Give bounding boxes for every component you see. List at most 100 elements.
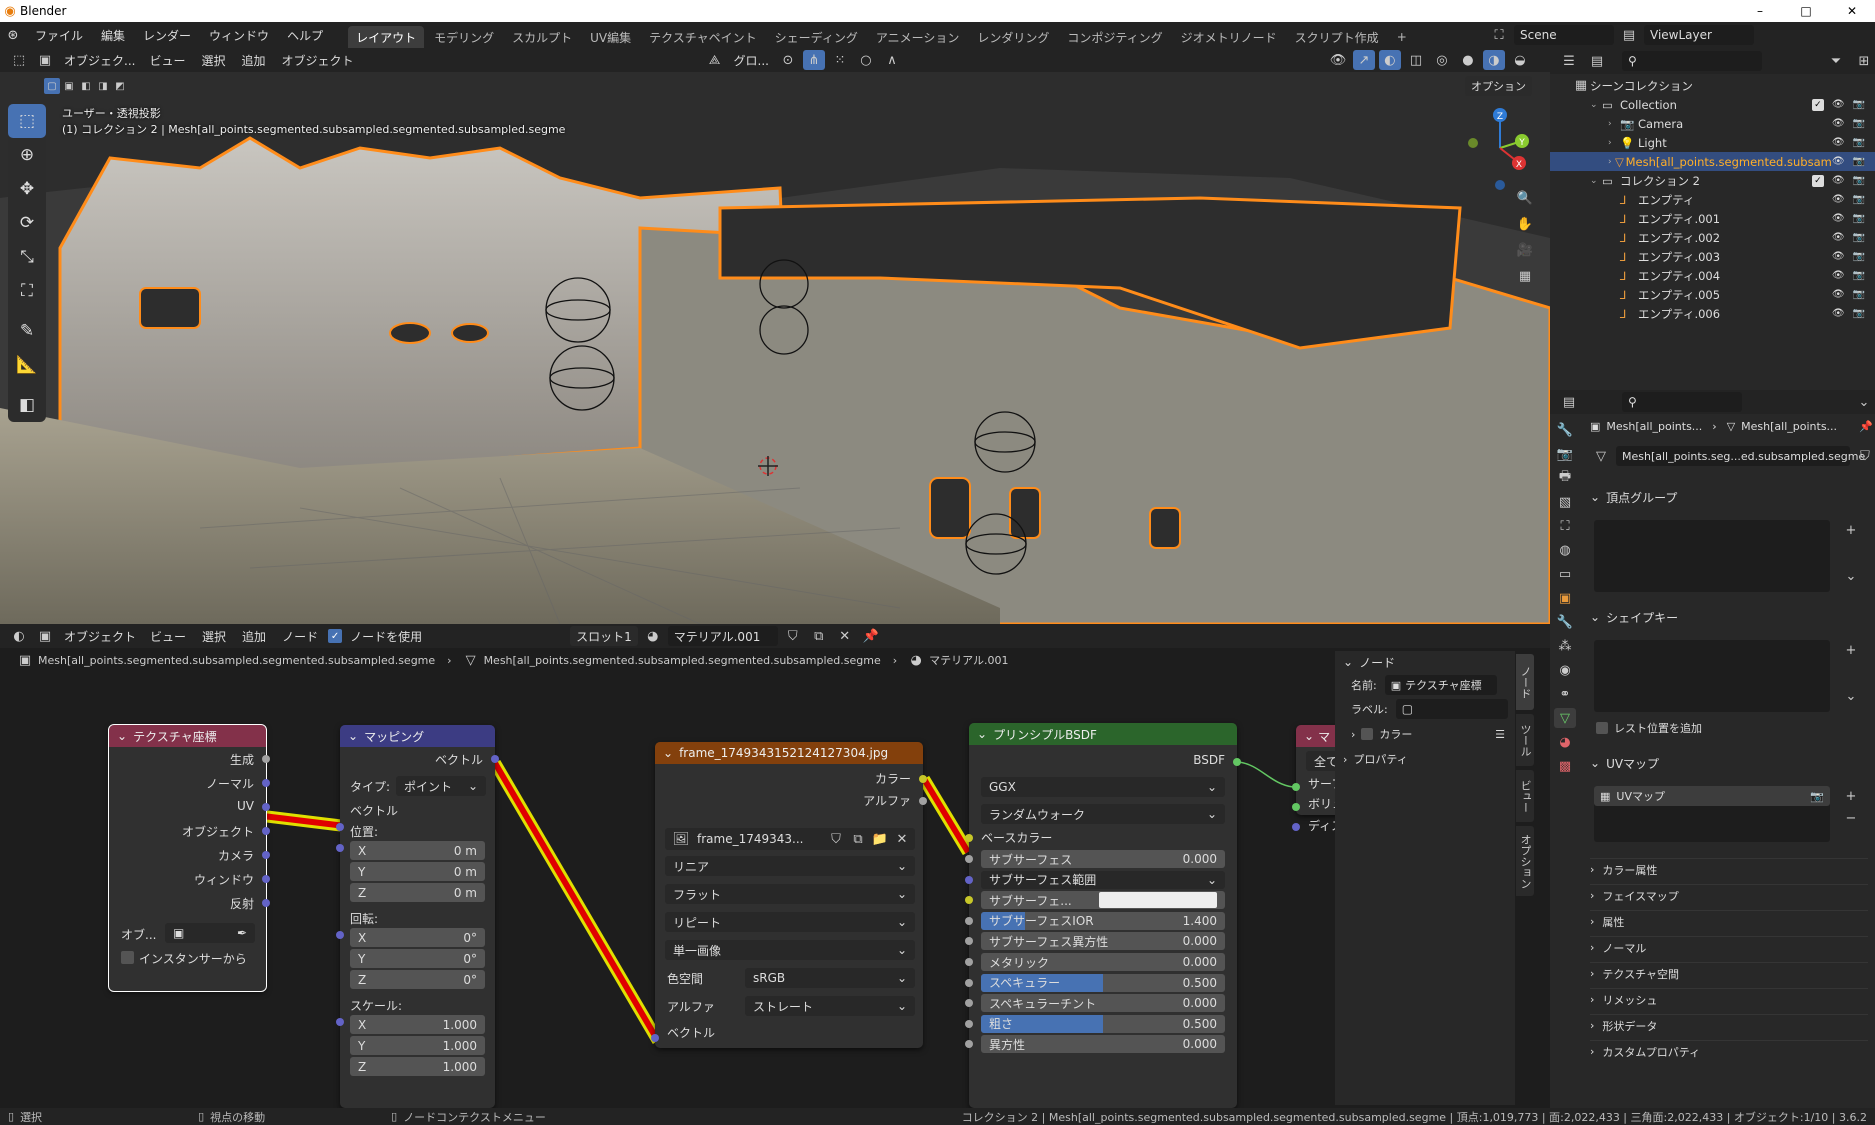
mesh-data-tab-icon[interactable]: ▽ <box>1554 708 1576 728</box>
new-image-icon[interactable]: ⧉ <box>849 829 867 849</box>
transform-orientation-selector[interactable]: グロ... <box>730 48 773 72</box>
socket-camera[interactable] <box>262 851 270 859</box>
expand-arrow-icon[interactable]: › <box>1608 119 1620 129</box>
image-texture-node[interactable]: ⌄ frame_1749343152124127304.jpg カラー アルファ … <box>655 742 923 1048</box>
node-label-field[interactable]: ▢ <box>1395 699 1508 719</box>
socket-scale[interactable] <box>336 1018 344 1026</box>
select-box-tool[interactable]: ⬚ <box>8 104 46 138</box>
socket-base-color[interactable] <box>965 834 973 842</box>
uv-maps-panel[interactable]: ⌄ UVマップ <box>1590 752 1868 774</box>
node-color-checkbox[interactable] <box>1361 728 1374 740</box>
socket-image-color[interactable] <box>919 775 927 783</box>
expand-arrow-icon[interactable]: › <box>1608 157 1615 167</box>
falloff-icon[interactable]: ∧ <box>881 50 903 70</box>
close-button[interactable]: ✕ <box>1829 4 1875 18</box>
select-invert-icon[interactable]: ◨ <box>95 78 111 94</box>
sidebar-tab-node[interactable]: ノード <box>1516 654 1534 710</box>
bsdf-input-socket[interactable] <box>965 978 973 987</box>
outliner-row[interactable]: ⅃ エンプティ.003 👁 📷 <box>1550 247 1875 266</box>
snap-icon[interactable]: ⋔ <box>802 50 825 70</box>
rotate-tool[interactable]: ⟳ <box>8 206 46 240</box>
zoom-icon[interactable]: 🔍 <box>1514 188 1536 208</box>
tab-compositing[interactable]: コンポジティング <box>1059 26 1170 48</box>
image-name-field[interactable]: frame_1749343... <box>697 832 823 846</box>
fake-user-icon[interactable]: ⛉ <box>827 829 845 849</box>
socket-image-vector[interactable] <box>651 1034 659 1042</box>
minimize-button[interactable]: – <box>1737 4 1783 18</box>
texture-coordinate-node[interactable]: ⌄ テクスチャ座標 生成 ノーマル UV オブジェクト カメラ ウィンドウ 反射 … <box>108 724 267 992</box>
scene-selector[interactable]: Scene <box>1514 25 1614 45</box>
socket-normal[interactable] <box>262 779 270 787</box>
sss-method-dropdown[interactable]: ランダムウォーク ⌄ <box>981 804 1225 824</box>
bsdf-input-socket[interactable] <box>965 916 973 925</box>
measure-tool[interactable]: 📐 <box>8 348 46 382</box>
tab-scripting[interactable]: スクリプト作成 <box>1287 26 1387 48</box>
tab-uv[interactable]: UV編集 <box>582 26 639 48</box>
snap-grid-icon[interactable]: ⁙ <box>829 50 851 70</box>
shape-key-menu-icon[interactable]: ⌄ <box>1840 686 1862 706</box>
collection-checkbox[interactable]: ✓ <box>1811 98 1824 111</box>
collapsed-panel[interactable]: › リメッシュ <box>1590 988 1868 1010</box>
projection-dropdown[interactable]: フラット ⌄ <box>665 884 915 904</box>
bsdf-field[interactable]: サブサーフェス異方性 0.000 <box>981 932 1225 951</box>
overlay-toggle-icon[interactable]: ◐ <box>1378 50 1401 70</box>
proportional-edit-icon[interactable]: ○ <box>855 50 877 70</box>
tab-shading[interactable]: シェーディング <box>767 26 866 48</box>
select-intersect-icon[interactable]: ◩ <box>112 78 128 94</box>
material-tab-icon[interactable]: ◕ <box>1554 732 1576 752</box>
scale-x-field[interactable]: X 1.000 <box>350 1015 485 1034</box>
bsdf-input-socket[interactable] <box>965 875 973 884</box>
scene-tab-icon[interactable]: ⛶ <box>1554 516 1576 536</box>
socket-output-displacement[interactable] <box>1292 823 1300 831</box>
socket-reflection[interactable] <box>262 899 270 907</box>
bsdf-field[interactable]: 粗さ 0.500 <box>981 1014 1225 1033</box>
collapsed-panel[interactable]: › ノーマル <box>1590 936 1868 958</box>
render-camera-icon[interactable]: 📷 <box>1853 194 1865 205</box>
location-x-field[interactable]: X0 m <box>350 841 485 860</box>
rendered-shading-icon[interactable]: ◒ <box>1509 50 1531 70</box>
ortho-grid-icon[interactable]: ▦ <box>1514 266 1536 286</box>
socket-mapping-out[interactable] <box>491 755 499 763</box>
location-y-field[interactable]: Y0 m <box>350 862 485 881</box>
socket-mapping-in[interactable] <box>336 823 344 831</box>
select-new-icon[interactable]: ▢ <box>44 78 60 94</box>
view-layer-tab-icon[interactable]: ▧ <box>1554 492 1576 512</box>
eye-icon[interactable]: 👁 <box>1832 156 1845 167</box>
viewport-menu-object[interactable]: オブジェクト <box>276 48 360 72</box>
eyedropper-icon[interactable]: ✒ <box>237 926 247 940</box>
render-camera-icon[interactable]: 📷 <box>1853 99 1865 111</box>
instancer-checkbox[interactable] <box>121 951 134 964</box>
eye-icon[interactable]: 👁 <box>1832 118 1845 129</box>
shape-keys-list[interactable] <box>1594 640 1830 712</box>
mapping-node[interactable]: ⌄ マッピング ベクトル タイプ: ポイント ⌄ ベクトル 位置: X0 m Y0 … <box>340 725 495 1108</box>
eye-icon[interactable]: 👁 <box>1832 232 1845 243</box>
pivot-icon[interactable]: ⊙ <box>777 50 799 70</box>
display-mode-icon[interactable]: ▤ <box>1586 51 1608 71</box>
3d-viewport[interactable]: ⬚ ▣ オブジェク... ビュー 選択 追加 オブジェクト ⟁ グロ... ⊙ … <box>0 48 1550 624</box>
bsdf-input-socket[interactable] <box>965 1019 973 1028</box>
tab-rendering[interactable]: レンダリング <box>969 26 1057 48</box>
object-mode-selector[interactable]: オブジェク... <box>60 48 139 72</box>
outliner-row[interactable]: › 💡 Light 👁 📷 <box>1550 133 1875 152</box>
fake-user-icon[interactable]: ⛉ <box>1854 446 1875 466</box>
scale-z-field[interactable]: Z 1.000 <box>350 1057 485 1076</box>
socket-uv[interactable] <box>262 803 270 811</box>
render-camera-icon[interactable]: 📷 <box>1853 118 1865 129</box>
viewlayer-selector[interactable]: ViewLayer <box>1644 25 1754 45</box>
scale-tool[interactable]: ⤡ <box>8 240 46 274</box>
image-browse-icon[interactable]: 🖼 <box>669 829 693 849</box>
camera-view-icon[interactable]: 🎥 <box>1514 240 1536 260</box>
maximize-button[interactable]: □ <box>1783 4 1829 18</box>
bsdf-field[interactable]: サブサーフェスIOR 1.400 <box>981 911 1225 930</box>
object-tab-icon[interactable]: ▣ <box>1554 588 1576 608</box>
bsdf-field[interactable]: スペキュラー 0.500 <box>981 973 1225 992</box>
viewlayer-icon[interactable]: ▤ <box>1618 25 1640 45</box>
collapsed-panel[interactable]: › テクスチャ空間 <box>1590 962 1868 984</box>
navigation-gizmo[interactable]: Z Y X <box>1455 103 1545 193</box>
viewport-menu-view[interactable]: ビュー <box>143 48 191 72</box>
node-name-field[interactable]: ▣ テクスチャ座標 <box>1384 675 1497 695</box>
rotation-z-field[interactable]: Z 0° <box>350 970 485 989</box>
expand-arrow-icon[interactable]: ⌄ <box>1590 100 1602 110</box>
eye-icon[interactable]: 👁 <box>1832 251 1845 262</box>
render-tab-icon[interactable]: 📷 <box>1554 444 1576 464</box>
